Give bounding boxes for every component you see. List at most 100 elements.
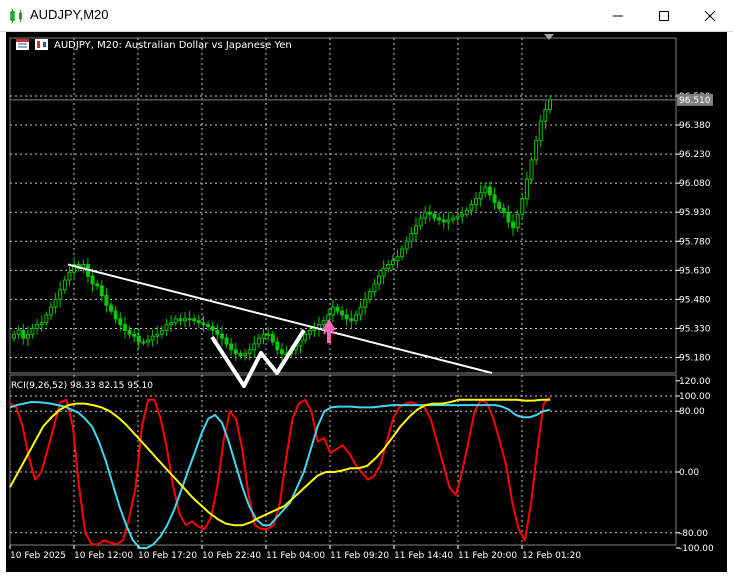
rci-y-tick-label: 80.00 bbox=[679, 407, 705, 417]
candle-body bbox=[377, 275, 382, 285]
candle-body bbox=[169, 322, 174, 326]
candle-body bbox=[252, 343, 257, 351]
x-tick-label: 11 Feb 04:00 bbox=[266, 551, 325, 561]
rci-y-tick-label: -80.00 bbox=[679, 529, 708, 539]
candle-body bbox=[455, 215, 460, 219]
candle-body bbox=[386, 264, 391, 269]
y-tick-label: 96.080 bbox=[679, 179, 711, 189]
y-tick-label: 95.630 bbox=[679, 266, 711, 276]
candle-body bbox=[95, 283, 100, 287]
candle-body bbox=[215, 329, 220, 335]
x-tick-label: 10 Feb 12:00 bbox=[74, 551, 133, 561]
candle-body bbox=[280, 349, 284, 355]
candle-body bbox=[363, 298, 368, 308]
rci-y-tick-label: 0.00 bbox=[679, 468, 699, 478]
y-tick-label: 95.180 bbox=[679, 354, 711, 364]
x-tick-label: 10 Feb 17:20 bbox=[138, 551, 197, 561]
candle-body bbox=[340, 310, 345, 316]
window-title: AUDJPY,M20 bbox=[30, 7, 109, 22]
candle-body bbox=[427, 211, 432, 215]
candle-body bbox=[349, 318, 354, 322]
candle-body bbox=[90, 275, 95, 285]
candle-body bbox=[446, 219, 451, 223]
candle-body bbox=[192, 318, 197, 322]
app-icon bbox=[10, 9, 22, 23]
candle-body bbox=[395, 256, 400, 262]
y-tick-label: 96.380 bbox=[679, 121, 711, 131]
maximize-button[interactable] bbox=[641, 0, 687, 31]
candle-body bbox=[381, 267, 386, 277]
candle-body bbox=[164, 324, 169, 331]
candle-body bbox=[474, 198, 479, 205]
candle-body bbox=[113, 310, 118, 320]
candle-body bbox=[256, 337, 261, 345]
current-price-label: 96.510 bbox=[679, 96, 711, 106]
candle-body bbox=[492, 194, 497, 204]
chart-canvas[interactable]: 10 Feb 2025 10 Feb 12:00 10 Feb 17:20 10 Fe… bbox=[6, 32, 727, 572]
rci-long-line bbox=[9, 398, 550, 527]
candle-body bbox=[501, 207, 506, 213]
candle-body bbox=[464, 209, 469, 215]
candle-body bbox=[58, 289, 63, 300]
candle-body bbox=[196, 320, 201, 324]
candle-body bbox=[182, 318, 187, 322]
x-tick-label: 11 Feb 14:40 bbox=[394, 551, 453, 561]
y-tick-label: 95.480 bbox=[679, 295, 711, 305]
maximize-icon bbox=[659, 10, 669, 21]
candle-body bbox=[534, 140, 539, 161]
candle-body bbox=[437, 217, 442, 221]
candle-body bbox=[543, 109, 548, 122]
candle-body bbox=[238, 353, 243, 357]
candle-body bbox=[372, 283, 377, 293]
candle-body bbox=[524, 178, 529, 200]
candle-body bbox=[62, 279, 67, 291]
chart-list-icon[interactable] bbox=[16, 39, 29, 50]
candle-body bbox=[367, 291, 372, 300]
close-button[interactable] bbox=[687, 0, 733, 31]
candle-body bbox=[247, 349, 252, 355]
rci-panel-frame bbox=[9, 374, 677, 546]
candle-body bbox=[132, 333, 137, 337]
candle-body bbox=[404, 240, 409, 250]
candle-body bbox=[48, 306, 53, 316]
candle-body bbox=[460, 213, 465, 217]
chart-window[interactable]: 10 Feb 2025 10 Feb 12:00 10 Feb 17:20 10 Fe… bbox=[6, 32, 727, 572]
candle-body bbox=[321, 320, 326, 326]
candle-body bbox=[497, 202, 502, 209]
candle-body bbox=[201, 322, 206, 326]
candle-body bbox=[159, 329, 164, 335]
trendline bbox=[67, 263, 493, 374]
indicator-label: RCI(9,26,52) 98.33 82.15 95.10 bbox=[11, 381, 153, 391]
candle-body bbox=[409, 233, 414, 242]
scroll-end-marker bbox=[544, 34, 554, 40]
rci-short-line bbox=[9, 396, 551, 546]
candle-body bbox=[210, 326, 215, 331]
x-tick-label: 10 Feb 2025 bbox=[10, 551, 66, 561]
x-tick-label: 11 Feb 09:20 bbox=[330, 551, 389, 561]
minimize-button[interactable] bbox=[595, 0, 641, 31]
rci-y-tick-label: 120.00 bbox=[679, 377, 711, 387]
candle-body bbox=[44, 314, 49, 324]
candle-body bbox=[330, 306, 335, 316]
candle-body bbox=[414, 225, 418, 235]
candle-body bbox=[178, 318, 183, 322]
candle-body bbox=[275, 341, 280, 351]
y-tick-label: 95.330 bbox=[679, 324, 711, 334]
candle-body bbox=[344, 314, 349, 320]
candle-body bbox=[400, 248, 405, 258]
candle-body bbox=[109, 304, 114, 312]
y-tick-label: 95.780 bbox=[679, 237, 711, 247]
chart-type-icon[interactable] bbox=[35, 39, 48, 50]
candle-body bbox=[478, 192, 483, 200]
y-tick-label: 96.230 bbox=[679, 150, 711, 160]
candle-body bbox=[141, 341, 146, 344]
candle-body bbox=[469, 203, 474, 211]
price-panel-frame bbox=[9, 37, 677, 374]
candle-body bbox=[548, 99, 552, 111]
candle-body bbox=[243, 353, 248, 357]
candle-body bbox=[30, 327, 35, 335]
window-titlebar: AUDJPY,M20 bbox=[0, 0, 733, 32]
candle-body bbox=[136, 335, 141, 343]
candle-body bbox=[187, 318, 192, 321]
candle-body bbox=[25, 333, 30, 339]
